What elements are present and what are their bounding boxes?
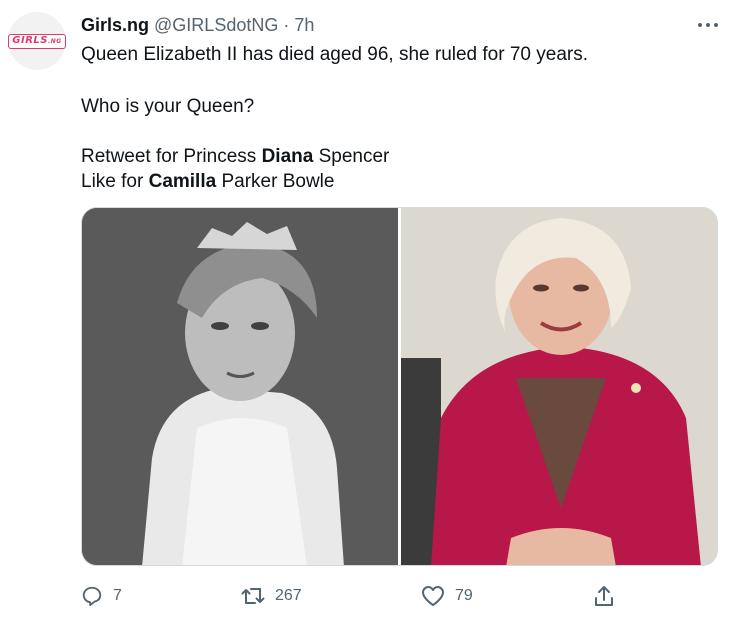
tweet-media[interactable] xyxy=(81,207,718,566)
separator-dot: · xyxy=(283,15,290,35)
reply-icon xyxy=(82,586,102,607)
tweet-line-3: Retweet for Princess Diana Spencer xyxy=(81,146,390,167)
reply-button[interactable]: 7 xyxy=(81,583,122,609)
photo-right[interactable] xyxy=(400,208,717,565)
like-button[interactable]: 79 xyxy=(421,583,473,609)
tweet-header: Girls.ng @GIRLSdotNG · 7h xyxy=(81,14,314,36)
like-count: 79 xyxy=(455,587,473,604)
retweet-count: 267 xyxy=(275,587,302,604)
retweet-button[interactable]: 267 xyxy=(241,583,302,609)
heart-icon xyxy=(422,586,444,606)
avatar[interactable]: GIRLS.NG xyxy=(8,12,66,70)
portrait-right-illustration xyxy=(400,208,717,565)
portrait-left-illustration xyxy=(82,208,398,565)
more-options-button[interactable] xyxy=(693,15,723,35)
retweet-icon xyxy=(241,588,265,604)
more-icon xyxy=(698,23,718,27)
tweet-timestamp[interactable]: 7h xyxy=(294,15,314,35)
tweet-line-1: Queen Elizabeth II has died aged 96, she… xyxy=(81,44,588,65)
photo-left[interactable] xyxy=(82,208,398,565)
tweet-actions: 7 267 79 xyxy=(81,583,721,609)
reply-count: 7 xyxy=(113,587,122,604)
author-name[interactable]: Girls.ng xyxy=(81,15,149,35)
share-button[interactable] xyxy=(593,583,615,609)
share-icon xyxy=(595,586,613,606)
tweet-line-4: Like for Camilla Parker Bowle xyxy=(81,171,335,192)
brand-logo: GIRLS.NG xyxy=(8,33,66,49)
author-handle[interactable]: @GIRLSdotNG xyxy=(154,15,278,35)
tweet-line-2: Who is your Queen? xyxy=(81,96,255,117)
